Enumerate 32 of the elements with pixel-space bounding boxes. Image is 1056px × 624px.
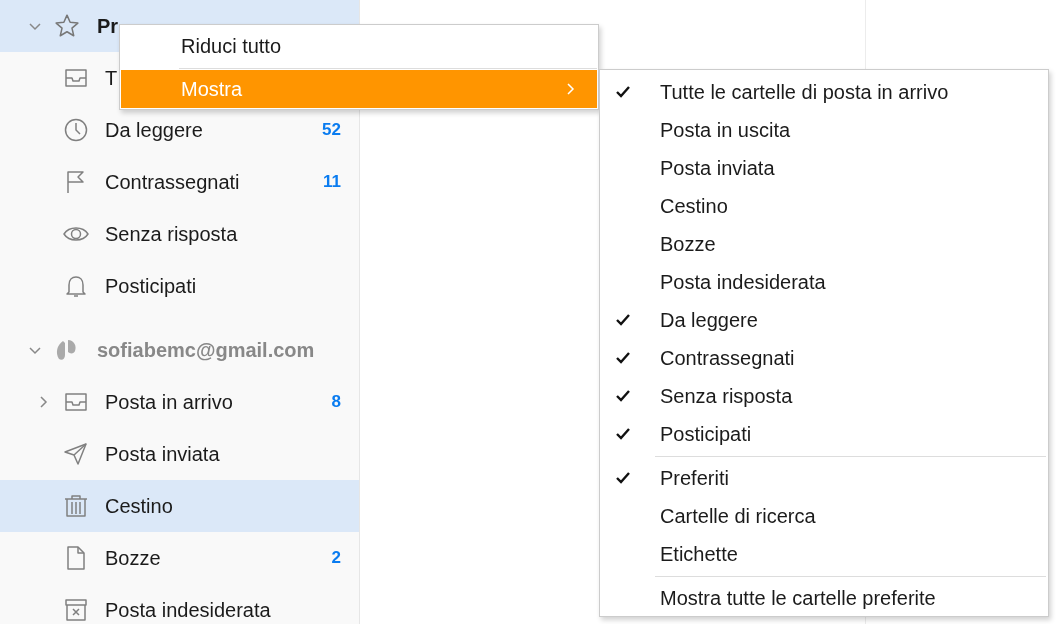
menu-item-label: Posta indesiderata	[660, 270, 826, 294]
folder-label: Bozze	[105, 546, 161, 570]
folder-label: Contrassegnati	[105, 170, 240, 194]
folder-label: Posticipati	[105, 274, 197, 298]
menu-item-label: Tutte le cartelle di posta in arrivo	[660, 80, 949, 104]
menu-item-label: Etichette	[660, 542, 738, 566]
menu-item-label: Posta inviata	[660, 156, 775, 180]
menu-item-label: Contrassegnati	[660, 346, 795, 370]
menu-item-label: Cartelle di ricerca	[660, 504, 816, 528]
menu-item-label: Preferiti	[660, 466, 729, 490]
unread-count: 8	[331, 392, 341, 412]
folder-label: Da leggere	[105, 118, 203, 142]
group-label: sofiabemc@gmail.com	[97, 338, 315, 362]
group-label: Pr	[97, 14, 119, 38]
menu-item-label: Posticipati	[660, 422, 752, 446]
menu-item-label: Posta in uscita	[660, 118, 791, 142]
folder-label: Posta inviata	[105, 442, 220, 466]
folder-label: Cestino	[105, 494, 173, 518]
menu-item-label: Bozze	[660, 232, 716, 256]
folder-label: T	[105, 66, 118, 90]
menu-item-label: Riduci tutto	[181, 35, 282, 58]
unread-count: 11	[323, 172, 341, 192]
menu-item-label: Da leggere	[660, 308, 758, 332]
menu-item-label: Cestino	[660, 194, 728, 218]
unread-count: 52	[322, 120, 341, 140]
menu-item-label: Mostra tutte le cartelle preferite	[660, 586, 936, 610]
folder-label: Senza risposta	[105, 222, 238, 246]
menu-item-label: Senza risposta	[660, 384, 793, 408]
unread-count: 2	[331, 548, 341, 568]
folder-label: Posta indesiderata	[105, 598, 271, 622]
menu-item-label: Mostra	[181, 77, 243, 101]
folder-label: Posta in arrivo	[105, 390, 233, 414]
